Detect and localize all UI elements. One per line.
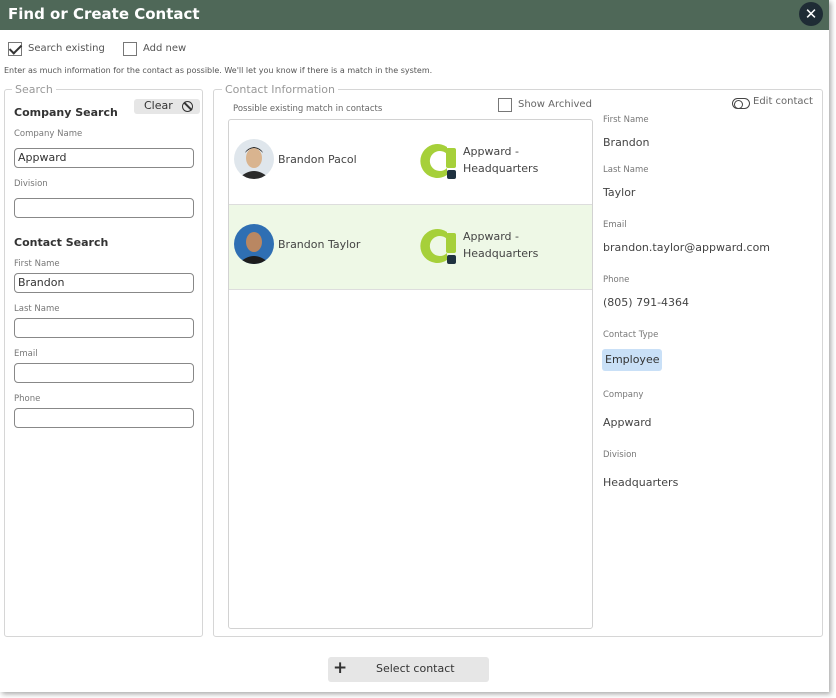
company-name-line-1: Appward -: [463, 230, 520, 243]
avatar: [234, 224, 274, 264]
detail-email-label: Email: [603, 220, 627, 230]
detail-phone-label: Phone: [603, 275, 630, 285]
contact-information-legend: Contact Information: [222, 83, 338, 96]
add-new-checkbox[interactable]: [123, 42, 137, 56]
detail-last-name-value: Taylor: [603, 186, 636, 199]
show-archived-label[interactable]: Show Archived: [518, 99, 592, 110]
plus-icon: +: [333, 658, 348, 678]
phone-input[interactable]: [14, 408, 194, 428]
company-name-input[interactable]: Appward: [14, 148, 194, 168]
division-label: Division: [14, 179, 48, 189]
find-or-create-contact-dialog: Find or Create Contact ✕ Search existing…: [0, 0, 829, 692]
company-name-label: Company Name: [14, 129, 83, 139]
select-contact-label: Select contact: [376, 662, 455, 675]
list-caption: Possible existing match in contacts: [233, 104, 383, 114]
dialog-title-bar: Find or Create Contact ✕: [0, 0, 829, 30]
search-panel: Search Clear Company Search Company Name…: [4, 83, 203, 637]
division-input[interactable]: [14, 198, 194, 218]
company-logo-icon: [417, 224, 459, 266]
company-name-line-2: Headquarters: [463, 162, 539, 175]
detail-last-name-label: Last Name: [603, 165, 649, 175]
company-name-line-2: Headquarters: [463, 247, 539, 260]
search-legend: Search: [12, 83, 56, 96]
contact-information-panel: Contact Information Possible existing ma…: [213, 83, 823, 637]
clear-button-label: Clear: [144, 99, 173, 112]
email-input[interactable]: [14, 363, 194, 383]
toggle-icon: [732, 98, 750, 109]
select-contact-button[interactable]: + Select contact: [328, 657, 489, 682]
detail-company-value: Appward: [603, 416, 652, 429]
contact-name: Brandon Taylor: [278, 238, 361, 251]
detail-phone-value: (805) 791-4364: [603, 296, 690, 309]
detail-division-label: Division: [603, 450, 637, 460]
match-list: Brandon Pacol Appward - Headquarters Bra…: [228, 119, 593, 629]
instructions-text: Enter as much information for the contac…: [4, 66, 433, 75]
last-name-label: Last Name: [14, 304, 60, 314]
company-name: Appward - Headquarters: [463, 143, 573, 177]
contact-name: Brandon Pacol: [278, 153, 357, 166]
company-search-heading: Company Search: [14, 106, 118, 119]
dialog-title: Find or Create Contact: [8, 5, 200, 23]
close-button[interactable]: ✕: [799, 2, 823, 26]
detail-email-value: brandon.taylor@appward.com: [603, 241, 771, 254]
first-name-label: First Name: [14, 259, 60, 269]
close-icon: ✕: [804, 5, 818, 23]
contact-search-heading: Contact Search: [14, 236, 109, 249]
add-new-label[interactable]: Add new: [143, 43, 186, 54]
detail-first-name-label: First Name: [603, 115, 649, 125]
detail-division-value: Headquarters: [603, 476, 679, 489]
first-name-input[interactable]: Brandon: [14, 273, 194, 293]
last-name-input[interactable]: [14, 318, 194, 338]
company-logo-icon: [417, 139, 459, 181]
detail-company-label: Company: [603, 390, 644, 400]
email-label: Email: [14, 349, 38, 359]
match-row-selected[interactable]: Brandon Taylor Appward - Headquarters: [229, 205, 592, 290]
show-archived-checkbox[interactable]: [498, 98, 512, 112]
detail-contact-type-label: Contact Type: [603, 330, 659, 340]
clear-button[interactable]: Clear: [134, 99, 200, 114]
detail-first-name-value: Brandon: [603, 136, 650, 149]
contact-type-badge: Employee: [602, 349, 663, 371]
match-row[interactable]: Brandon Pacol Appward - Headquarters: [229, 120, 592, 205]
company-name-line-1: Appward -: [463, 145, 520, 158]
company-name: Appward - Headquarters: [463, 228, 573, 262]
avatar: [234, 139, 274, 179]
search-existing-label[interactable]: Search existing: [28, 43, 105, 54]
phone-label: Phone: [14, 394, 41, 404]
ban-icon: [182, 101, 193, 112]
edit-contact-label: Edit contact: [753, 96, 813, 107]
search-existing-checkbox[interactable]: [8, 42, 22, 56]
